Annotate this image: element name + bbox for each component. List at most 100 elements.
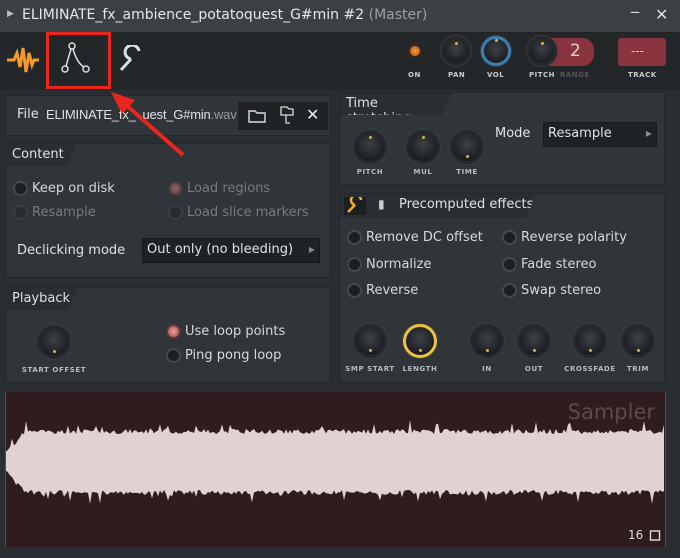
length-knob[interactable]	[403, 324, 437, 358]
option-label: Resample	[32, 205, 96, 220]
declicking-dropdown[interactable]: Out only (no bleeding) ▶	[142, 238, 320, 263]
radio[interactable]	[347, 230, 362, 245]
close-button[interactable]: ✕	[655, 5, 668, 24]
content-panel: Content Keep on disk Load regions Resamp…	[5, 143, 331, 278]
start-offset-label: START OFFSET	[21, 366, 87, 374]
pan-knob[interactable]	[441, 36, 471, 66]
track-selector[interactable]: ---	[618, 38, 666, 66]
waveform-shape	[6, 419, 664, 504]
radio	[13, 205, 28, 220]
radio	[168, 205, 183, 220]
crossfade-knob[interactable]	[573, 324, 607, 358]
waveform-tab-icon[interactable]	[6, 45, 40, 75]
radio	[168, 181, 183, 196]
radio[interactable]	[347, 257, 362, 272]
option-label: Normalize	[366, 257, 432, 272]
pitch-knob[interactable]	[527, 36, 557, 66]
range-value: 2	[570, 41, 581, 61]
clear-file-button[interactable]: ✕	[306, 105, 319, 124]
pan-label: PAN	[448, 71, 466, 79]
option-label: Load regions	[187, 181, 271, 196]
file-label: File	[17, 107, 39, 122]
mode-label: Mode	[495, 126, 531, 141]
title-bar: ▶ ELIMINATE_fx_ambience_potatoquest_G#mi…	[0, 0, 680, 33]
reverse-option[interactable]: Reverse	[347, 283, 418, 298]
trim-knob[interactable]	[621, 324, 655, 358]
radio[interactable]	[166, 348, 181, 363]
option-label: Load slice markers	[187, 205, 309, 220]
option-label: Remove DC offset	[366, 230, 483, 245]
annotation-highlight-box	[46, 32, 111, 89]
title-suffix: (Master)	[368, 7, 428, 23]
file-ext: .wav	[210, 107, 237, 122]
reverse-polarity-option[interactable]: Reverse polarity	[502, 230, 627, 245]
window-title: ELIMINATE_fx_ambience_potatoquest_G#min …	[22, 7, 427, 23]
wrench-tab-icon[interactable]	[118, 45, 144, 73]
mul-knob[interactable]	[406, 130, 440, 164]
track-label: TRACK	[628, 71, 657, 79]
swap-stereo-option[interactable]: Swap stereo	[502, 283, 601, 298]
start-offset-knob[interactable]	[37, 325, 71, 359]
radio[interactable]	[166, 324, 181, 339]
precomputed-panel: ▮ Precomputed effects Remove DC offset R…	[339, 193, 665, 383]
menu-arrow-icon[interactable]: ▶	[7, 9, 14, 19]
option-label: Reverse polarity	[521, 230, 627, 245]
time-knob[interactable]	[450, 130, 484, 164]
ping-pong-loop-option[interactable]: Ping pong loop	[166, 348, 281, 363]
dropdown-arrow-icon: ▶	[645, 129, 652, 138]
vol-label: VOL	[487, 71, 505, 79]
minimize-button[interactable]: ‒	[630, 2, 640, 21]
bit-depth: 16	[628, 528, 644, 542]
wrench-icon[interactable]	[344, 197, 366, 215]
on-toggle[interactable]	[408, 44, 422, 58]
sampler-watermark: Sampler	[567, 400, 655, 424]
waveform-view[interactable]: Sampler 16	[5, 392, 666, 547]
resample-option: Resample	[13, 205, 96, 220]
declicking-value: Out only (no bleeding)	[147, 242, 294, 257]
precomputed-header: ▮ Precomputed effects	[340, 194, 536, 218]
radio[interactable]	[502, 257, 517, 272]
load-regions-option: Load regions	[168, 181, 270, 196]
mode-value: Resample	[548, 126, 612, 141]
normalize-option[interactable]: Normalize	[347, 257, 431, 272]
bulb-icon[interactable]: ▮	[378, 197, 385, 211]
on-label: ON	[408, 71, 421, 79]
vol-knob[interactable]	[481, 36, 511, 66]
length-label: LENGTH	[402, 365, 438, 373]
content-title: Content	[6, 144, 76, 166]
dropdown-arrow-icon: ▶	[308, 245, 315, 254]
option-label: Ping pong loop	[185, 348, 282, 363]
range-label: RANGE	[560, 71, 590, 79]
remove-dc-offset-option[interactable]: Remove DC offset	[347, 230, 483, 245]
time-label: TIME	[456, 168, 478, 176]
open-folder-button[interactable]	[248, 109, 266, 123]
precomputed-title: Precomputed effects	[399, 197, 534, 212]
smp-start-knob[interactable]	[353, 324, 387, 358]
playback-title: Playback	[6, 288, 78, 310]
load-slice-markers-option: Load slice markers	[168, 205, 309, 220]
track-value: ---	[631, 44, 644, 58]
mode-dropdown[interactable]: Resample ▶	[543, 122, 657, 147]
in-knob[interactable]	[470, 324, 504, 358]
trim-label: TRIM	[626, 365, 650, 373]
title-text: ELIMINATE_fx_ambience_potatoquest_G#min …	[22, 7, 365, 23]
use-loop-points-option[interactable]: Use loop points	[166, 324, 285, 339]
option-label: Swap stereo	[521, 283, 602, 298]
time-stretching-title: Time stretching	[340, 93, 452, 115]
radio[interactable]	[13, 181, 28, 196]
out-knob[interactable]	[517, 324, 551, 358]
browse-file-icon[interactable]	[280, 106, 294, 126]
ts-pitch-knob[interactable]	[353, 130, 387, 164]
keep-on-disk-option[interactable]: Keep on disk	[13, 181, 115, 196]
radio[interactable]	[502, 230, 517, 245]
annotation-arrow	[111, 92, 185, 157]
playback-panel: Playback START OFFSET Use loop points Pi…	[5, 287, 331, 383]
declicking-label: Declicking mode	[17, 243, 126, 258]
fade-stereo-option[interactable]: Fade stereo	[502, 257, 597, 272]
radio[interactable]	[502, 283, 517, 298]
loop-icon[interactable]	[649, 529, 661, 541]
option-label: Use loop points	[185, 324, 286, 339]
option-label: Keep on disk	[32, 181, 115, 196]
file-buttons: ✕	[238, 102, 328, 130]
radio[interactable]	[347, 283, 362, 298]
